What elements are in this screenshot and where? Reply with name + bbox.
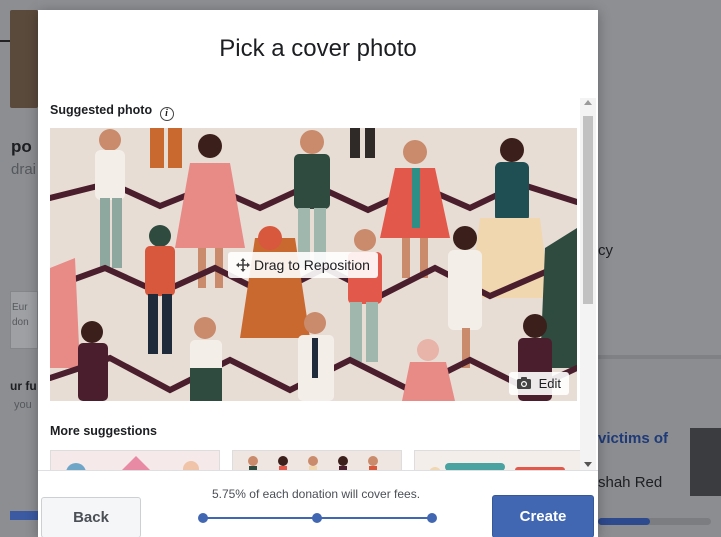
background-right-text: cy [598,242,613,259]
step-dot-3 [427,513,437,523]
back-button[interactable]: Back [41,497,141,537]
camera-icon [516,377,531,389]
suggestion-thumbnail[interactable] [414,450,584,470]
background-progress-fragment [10,511,38,520]
background-info-box: Eur don [10,291,38,349]
step-dot-2 [312,513,322,523]
scrollbar-thumb[interactable] [583,116,593,304]
edit-cover-label: Edit [538,376,561,391]
suggestion-thumbnail[interactable] [232,450,402,470]
dialog-scroll-area[interactable]: Suggested photo i Drag to Reposition Edi… [38,98,598,470]
background-fundraiser-thumbnail [690,428,721,496]
suggested-photo-text: Suggested photo [50,103,153,117]
create-button[interactable]: Create [492,495,594,537]
dialog-title: Pick a cover photo [219,35,417,62]
background-organizer-name: shah Red [598,474,663,491]
scroll-up-icon[interactable] [584,100,592,105]
suggestion-illustration [429,463,565,470]
cover-photo-dialog: Pick a cover photo Suggested photo i Dra… [38,10,598,537]
background-progress-fill [598,518,650,525]
scroll-down-icon[interactable] [584,462,592,467]
background-divider [0,40,10,42]
suggestion-illustration [248,456,378,470]
info-icon[interactable]: i [159,107,174,121]
dialog-scrollbar[interactable] [580,98,596,470]
drag-to-reposition-label: Drag to Reposition [254,257,370,273]
background-box-line: don [12,317,29,328]
cover-photo-preview[interactable]: Drag to Reposition Edit [50,128,577,401]
edit-cover-button[interactable]: Edit [508,372,569,395]
fee-notice: 5.75% of each donation will cover fees. [211,487,421,501]
background-title-fragment: po [11,137,32,156]
step-dot-1 [198,513,208,523]
move-icon [236,258,250,272]
dialog-footer: Back 5.75% of each donation will cover f… [38,470,598,537]
suggested-photo-label: Suggested photo i [50,103,174,121]
suggestion-illustration [66,456,199,470]
drag-to-reposition-hint[interactable]: Drag to Reposition [228,252,378,278]
suggestion-thumbnail[interactable] [50,450,220,470]
more-suggestions-list [50,450,590,470]
background-subtitle-fragment: drai [11,161,37,178]
background-box-line: Eur [12,302,28,313]
more-suggestions-label: More suggestions [50,424,157,438]
background-fundraiser-link: victims of [598,430,669,447]
background-small-fragment: you [14,399,32,411]
background-bold-fragment: ur fu [10,379,37,393]
background-avatar [10,10,38,108]
